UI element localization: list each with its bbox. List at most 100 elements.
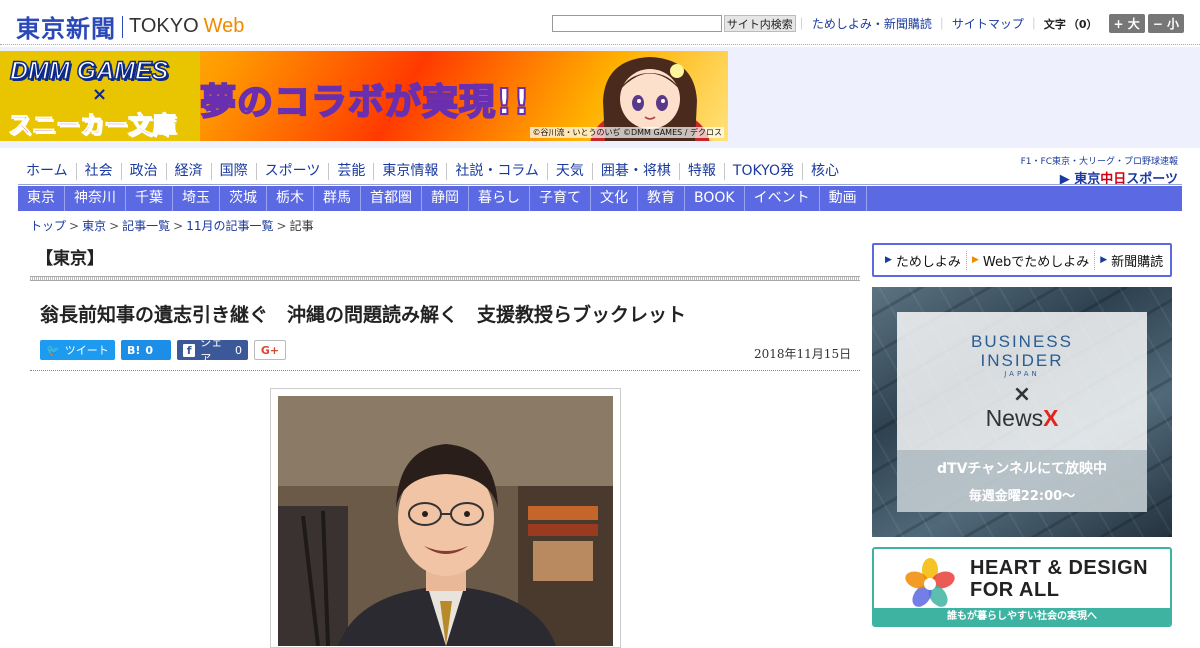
nav-go-shogi[interactable]: 囲碁・将棋 xyxy=(591,162,679,180)
region-shizuoka[interactable]: 静岡 xyxy=(422,186,469,211)
region-shutoken[interactable]: 首都圏 xyxy=(361,186,422,211)
ad-slogan-text: 夢のコラボが実現!! xyxy=(199,81,531,124)
trial-subscribe-link[interactable]: ためしよみ・新聞購読 xyxy=(808,15,936,32)
breadcrumb-november-list[interactable]: 11月の記事一覧 xyxy=(186,219,273,233)
region-chiba[interactable]: 千葉 xyxy=(126,186,173,211)
newsx-logo: NewsX xyxy=(897,405,1147,432)
nav-book[interactable]: BOOK xyxy=(685,186,745,211)
breadcrumb-separator: > xyxy=(276,219,287,233)
subscribe-link[interactable]: ▶ 新聞購読 xyxy=(1094,250,1168,270)
sitemap-link[interactable]: サイトマップ xyxy=(948,15,1028,32)
nav-parenting[interactable]: 子育て xyxy=(530,186,591,211)
arrow-right-icon: ▶ xyxy=(971,255,979,265)
google-plus-icon: G+ xyxy=(260,343,280,357)
font-size-label: 文字 xyxy=(1043,17,1066,31)
ad-cross-text: × xyxy=(92,84,108,105)
heart-design-title-line2: FOR ALL xyxy=(970,579,1060,601)
breadcrumb-article-list[interactable]: 記事一覧 xyxy=(122,219,170,233)
bi-brand-line2: INSIDER xyxy=(980,351,1064,370)
dtv-channel-text: dTVチャンネルにて放映中 xyxy=(937,461,1107,477)
newsx-main: News xyxy=(985,405,1044,431)
chunichi-subtitle: F1・FC東京・大リーグ・プロ野球速報 xyxy=(1020,157,1178,167)
nav-society[interactable]: 社会 xyxy=(75,162,121,180)
heart-design-logo-icon xyxy=(905,558,955,607)
nav-home[interactable]: ホーム xyxy=(18,163,76,180)
nav-living[interactable]: 暮らし xyxy=(469,186,530,211)
nav-economy[interactable]: 経済 xyxy=(165,162,211,180)
hatena-bookmark-button[interactable]: B! 0 xyxy=(121,340,171,360)
nav-education[interactable]: 教育 xyxy=(638,186,685,211)
nav-tokyo-hatsu[interactable]: TOKYO発 xyxy=(723,162,802,180)
heart-design-title-line1: HEART & DESIGN xyxy=(970,557,1149,579)
breadcrumb-tokyo[interactable]: 東京 xyxy=(82,219,106,233)
font-smaller-button[interactable]: − 小 xyxy=(1147,14,1184,33)
logo-divider xyxy=(122,15,123,38)
breadcrumb-current: 記事 xyxy=(289,219,314,233)
logo-tokyo-text: TOKYO xyxy=(129,15,199,37)
nav-event[interactable]: イベント xyxy=(745,186,820,211)
section-rule xyxy=(30,276,860,281)
region-tokyo[interactable]: 東京 xyxy=(18,186,65,211)
tweet-button[interactable]: 🐦 ツイート xyxy=(40,340,115,360)
facebook-icon: f xyxy=(183,343,196,357)
arrow-right-icon: ▶ xyxy=(1100,255,1108,265)
logo-web-text: Web xyxy=(203,15,245,37)
bi-brand: BUSINESS INSIDER xyxy=(897,332,1147,370)
nav-tokyo-info[interactable]: 東京情報 xyxy=(373,162,446,180)
bi-brand-line1: BUSINESS xyxy=(971,332,1073,351)
site-logo[interactable]: 東京新聞 TOKYO Web xyxy=(16,9,244,44)
google-plus-button[interactable]: G+ xyxy=(254,340,286,360)
nav-politics[interactable]: 政治 xyxy=(120,162,166,180)
site-search-input[interactable] xyxy=(551,15,722,32)
breadcrumb-separator: > xyxy=(173,219,184,233)
article-rule xyxy=(30,370,860,371)
nav-culture[interactable]: 文化 xyxy=(591,186,638,211)
tweet-bird-icon: 🐦 xyxy=(46,343,60,357)
bi-cross-text: × xyxy=(1012,382,1032,407)
site-search-button[interactable]: サイト内検索 xyxy=(723,15,796,32)
hatena-bookmark-icon: B! xyxy=(127,343,141,357)
site-header: 東京新聞 TOKYO Web サイト内検索 ｜ ためしよみ・新聞購読 ｜ サイト… xyxy=(0,0,1200,45)
nav-editorial-column[interactable]: 社説・コラム xyxy=(446,162,547,180)
facebook-share-label: シェア xyxy=(200,336,223,365)
business-insider-ad[interactable]: BUSINESS INSIDER JAPAN × NewsX dTVチャンネルに… xyxy=(872,287,1172,537)
article-photo-frame xyxy=(270,388,621,648)
hatena-count: 0 xyxy=(145,343,154,357)
facebook-share-button[interactable]: f シェア 0 xyxy=(177,336,248,365)
breadcrumb-top[interactable]: トップ xyxy=(30,219,66,233)
tweet-label: ツイート xyxy=(64,344,109,357)
heart-design-ad[interactable]: HEART & DESIGN FOR ALL 誰もが暮らしやすい社会の実現へ xyxy=(872,547,1172,627)
region-ibaraki[interactable]: 茨城 xyxy=(220,186,267,211)
heart-design-tagline: 誰もが暮らしやすい社会の実現へ xyxy=(874,608,1170,625)
dmm-ad-banner[interactable]: DMM GAMES × スニーカー文庫 夢のコラボが実現!! ©谷川流・いとうの… xyxy=(0,51,728,141)
region-saitama[interactable]: 埼玉 xyxy=(173,186,220,211)
subscribe-label: 新聞購読 xyxy=(1111,254,1164,270)
nav-special-report[interactable]: 特報 xyxy=(678,162,724,180)
ad-sneaker-text: スニーカー文庫 xyxy=(8,111,177,140)
nav-entertainment[interactable]: 芸能 xyxy=(328,162,373,180)
arrow-right-icon: ▶ xyxy=(885,255,892,265)
header-tools: サイト内検索 ｜ ためしよみ・新聞購読 ｜ サイトマップ ｜ 文字 （0） + … xyxy=(551,14,1184,33)
nav-weather[interactable]: 天気 xyxy=(546,162,592,180)
breadcrumb: トップ > 東京 > 記事一覧 >11月の記事一覧 > 記事 xyxy=(30,217,314,234)
nav-video[interactable]: 動画 xyxy=(820,186,867,211)
region-tochigi[interactable]: 栃木 xyxy=(267,186,314,211)
ad-dmm-games-text: DMM GAMES xyxy=(9,56,169,86)
header-divider: ｜ xyxy=(935,17,948,31)
trial-read-link[interactable]: ▶ ためしよみ xyxy=(880,251,966,270)
section-title: 【東京】 xyxy=(36,249,104,269)
nav-international[interactable]: 国際 xyxy=(210,162,256,180)
nav-sports[interactable]: スポーツ xyxy=(255,162,329,180)
breadcrumb-separator: > xyxy=(69,219,80,233)
article-date: 2018年11月15日 xyxy=(754,347,852,361)
nav-core[interactable]: 核心 xyxy=(801,162,847,180)
font-larger-button[interactable]: + 大 xyxy=(1108,14,1145,33)
region-gunma[interactable]: 群馬 xyxy=(314,186,361,211)
chunichi-sports-link[interactable]: F1・FC東京・大リーグ・プロ野球速報 ▶ 東京中日スポーツ xyxy=(1021,154,1178,187)
breadcrumb-separator: > xyxy=(109,219,120,233)
broadcast-time-text: 毎週金曜22:00〜 xyxy=(968,489,1076,504)
region-kanagawa[interactable]: 神奈川 xyxy=(65,186,126,211)
ad-card: BUSINESS INSIDER JAPAN × NewsX dTVチャンネルに… xyxy=(897,312,1147,512)
web-trial-read-link[interactable]: ▶ Webでためしよみ xyxy=(965,250,1094,270)
header-divider: ｜ xyxy=(1027,17,1040,31)
